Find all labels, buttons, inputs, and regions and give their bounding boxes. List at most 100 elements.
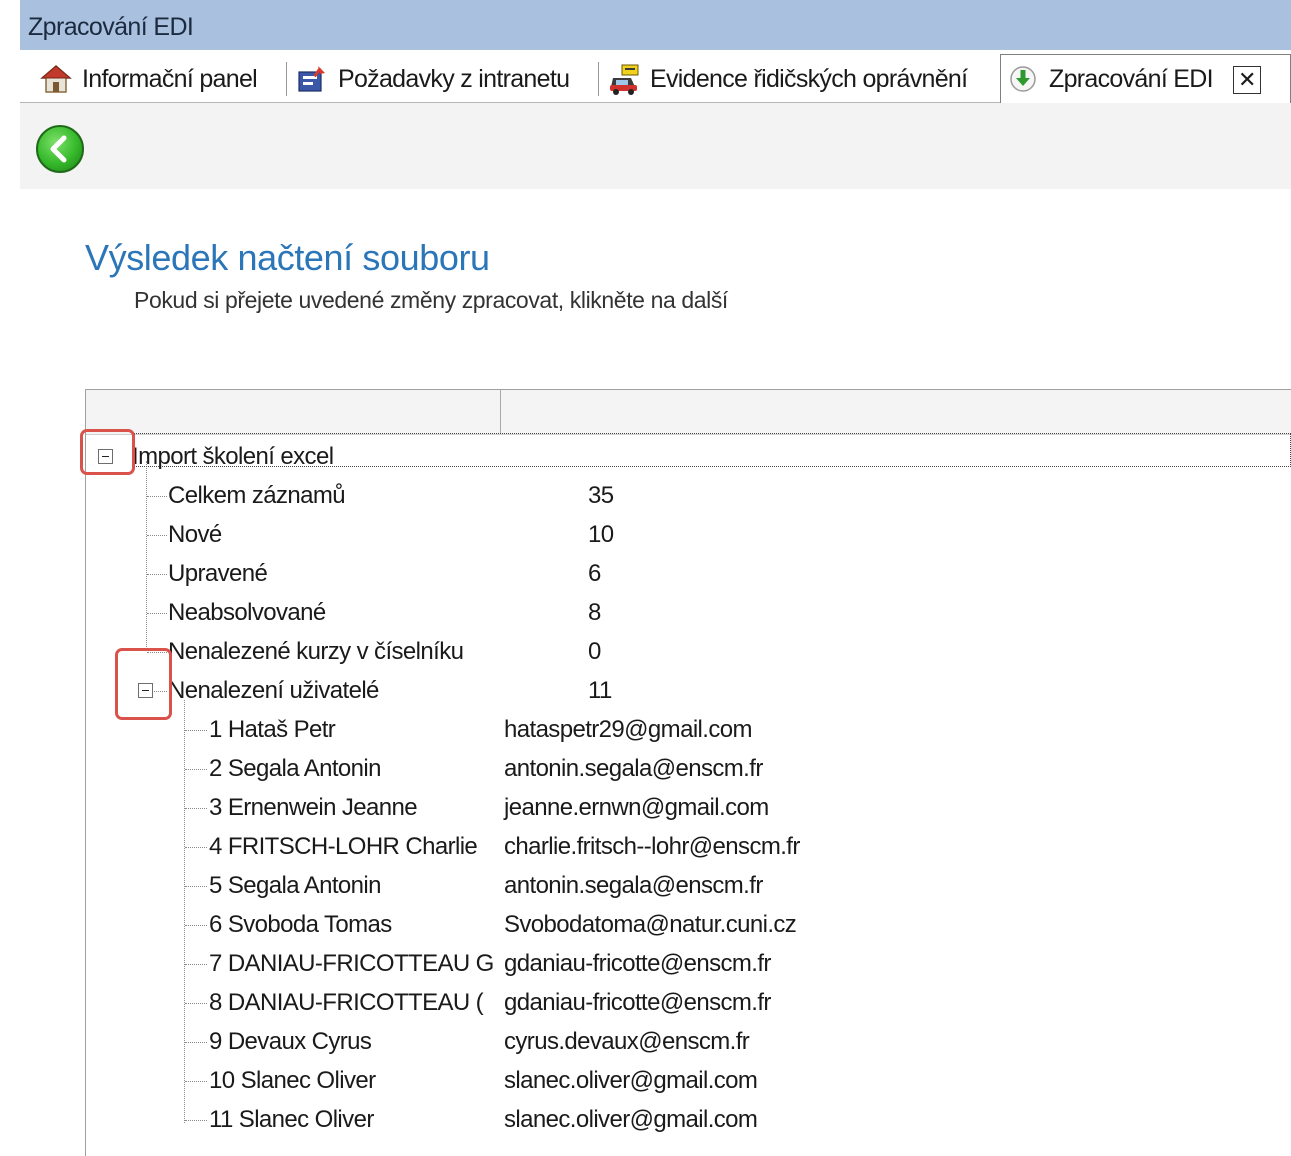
tree-node-user[interactable]: 9 Devaux Cyrus cyrus.devaux@enscm.fr [209, 1024, 1269, 1060]
window-left-margin [0, 0, 20, 1156]
close-tab-button[interactable]: ✕ [1232, 65, 1261, 94]
tree-node-value: 6 [588, 560, 601, 587]
tree-node-users-group[interactable]: Nenalezení uživatelé 11 [168, 673, 1268, 709]
tree-node-value: 35 [588, 482, 614, 509]
back-button[interactable] [36, 125, 84, 173]
tree-node-label: Import školení excel [132, 443, 334, 470]
tree-node-label: Nenalezené kurzy v číselníku [168, 638, 464, 665]
tree-node-label: 6 Svoboda Tomas [209, 911, 392, 938]
tree-node-value: antonin.segala@enscm.fr [504, 755, 763, 782]
tree-node-value: 11 [588, 677, 612, 704]
tree-node-value: charlie.fritsch--lohr@enscm.fr [504, 833, 800, 860]
tree-node-user[interactable]: 10 Slanec Oliver slanec.oliver@gmail.com [209, 1063, 1269, 1099]
tree-node-user[interactable]: 2 Segala Antonin antonin.segala@enscm.fr [209, 751, 1269, 787]
tree-node-label: Nenalezení uživatelé [168, 677, 379, 704]
annotation-highlight-root-toggle [80, 429, 135, 475]
tree-connector [185, 847, 207, 848]
tree-node-value: hataspetr29@gmail.com [504, 716, 752, 743]
tree-node-value: slanec.oliver@gmail.com [504, 1067, 758, 1094]
tree-connector [185, 730, 207, 731]
tree-node-value: antonin.segala@enscm.fr [504, 872, 763, 899]
tree-connector [147, 496, 167, 497]
tree-node-label: 1 Hataš Petr [209, 716, 336, 743]
tree-node-value: slanec.oliver@gmail.com [504, 1106, 758, 1133]
tree-connector [147, 574, 167, 575]
tree-node-user[interactable]: 1 Hataš Petr hataspetr29@gmail.com [209, 712, 1269, 748]
tree-connector [185, 1081, 207, 1082]
tree-node-user[interactable]: 5 Segala Antonin antonin.segala@enscm.fr [209, 868, 1269, 904]
tree-node-user[interactable]: 4 FRITSCH-LOHR Charlie charlie.fritsch--… [209, 829, 1269, 865]
tree-connector [146, 461, 147, 647]
toolbar [20, 103, 1291, 189]
tab-label: Zpracování EDI [1049, 65, 1214, 93]
tree-node-label: 8 DANIAU-FRICOTTEAU ( [209, 989, 484, 1016]
tree-node-user[interactable]: 7 DANIAU-FRICOTTEAU G gdaniau-fricotte@e… [209, 946, 1269, 982]
tree-node-summary[interactable]: Nové 10 [168, 517, 1268, 553]
tab-label: Evidence řidičských oprávnění [650, 64, 968, 93]
tab-strip: Informační panel Požadavky z intranetu E… [20, 50, 1291, 104]
tree-node-summary[interactable]: Nenalezené kurzy v číselníku 0 [168, 634, 1268, 670]
tree-node-summary[interactable]: Celkem záznamů 35 [168, 478, 1268, 514]
window-title-bar: Zpracování EDI [20, 0, 1291, 50]
request-icon [296, 63, 328, 95]
tree-connector [185, 808, 207, 809]
tree-node-user[interactable]: 3 Ernenwein Jeanne jeanne.ernwn@gmail.co… [209, 790, 1269, 826]
content-area: Výsledek načtení souboru Pokud si přejet… [20, 189, 1291, 1156]
tree-node-label: Upravené [168, 560, 268, 587]
tab-label: Požadavky z intranetu [338, 64, 570, 93]
tree-node-value: gdaniau-fricotte@enscm.fr [504, 950, 771, 977]
tree-node-label: 3 Ernenwein Jeanne [209, 794, 418, 821]
tree-node-label: 7 DANIAU-FRICOTTEAU G [209, 950, 494, 977]
tab-informacni-panel[interactable]: Informační panel [39, 56, 258, 102]
tree-connector [185, 1120, 207, 1121]
tree-connector [185, 964, 207, 965]
close-icon: ✕ [1238, 66, 1256, 92]
tree-node-summary[interactable]: Upravené 6 [168, 556, 1268, 592]
tree-node-root[interactable]: Import školení excel [132, 439, 334, 475]
tree-node-value: 0 [588, 638, 601, 665]
tree-node-label: Nové [168, 521, 222, 548]
tab-pozadavky-z-intranetu[interactable]: Požadavky z intranetu [296, 56, 570, 102]
tree-connector [147, 535, 167, 536]
tree-node-label: Celkem záznamů [168, 482, 346, 509]
tree-connector [184, 700, 185, 1123]
tree-node-user[interactable]: 11 Slanec Oliver slanec.oliver@gmail.com [209, 1102, 1269, 1138]
tree-node-user[interactable]: 6 Svoboda Tomas Svobodatoma@natur.cuni.c… [209, 907, 1269, 943]
tree-connector [185, 925, 207, 926]
tab-zpracovani-edi[interactable]: Zpracování EDI ✕ [1000, 54, 1291, 104]
tree-connector [185, 1003, 207, 1004]
tree-node-summary[interactable]: Neabsolvované 8 [168, 595, 1268, 631]
tree-node-value: jeanne.ernwn@gmail.com [504, 794, 769, 821]
tree-connector [185, 886, 207, 887]
tree-node-label: 4 FRITSCH-LOHR Charlie [209, 833, 478, 860]
tree-node-label: 9 Devaux Cyrus [209, 1028, 372, 1055]
tree-node-label: 5 Segala Antonin [209, 872, 381, 899]
tree-node-label: 2 Segala Antonin [209, 755, 381, 782]
tree-node-label: 11 Slanec Oliver [209, 1106, 374, 1133]
tree-node-value: 10 [588, 521, 614, 548]
tree-node-label: 10 Slanec Oliver [209, 1067, 376, 1094]
tab-separator [286, 62, 287, 96]
back-arrow-icon [50, 135, 67, 163]
tree-node-value: 8 [588, 599, 601, 626]
page-subtitle: Pokud si přejete uvedené změny zpracovat… [134, 287, 728, 313]
tree-connector [185, 769, 207, 770]
tree-connector [185, 1042, 207, 1043]
window-title: Zpracování EDI [28, 13, 194, 41]
download-icon [1007, 64, 1039, 96]
tree-connector [147, 613, 167, 614]
tree-node-value: gdaniau-fricotte@enscm.fr [504, 989, 771, 1016]
tab-label: Informační panel [82, 64, 258, 93]
result-tree[interactable]: Import školení excel Celkem záznamů 35 N… [80, 389, 1291, 1156]
column-header [86, 390, 1291, 435]
tree-node-value: Svobodatoma@natur.cuni.cz [504, 911, 797, 938]
tab-separator [598, 62, 599, 96]
tree-node-label: Neabsolvované [168, 599, 326, 626]
annotation-highlight-users-toggle [115, 648, 172, 720]
page-title: Výsledek načtení souboru [85, 237, 490, 278]
house-icon [39, 63, 73, 95]
tree-node-value: cyrus.devaux@enscm.fr [504, 1028, 750, 1055]
column-divider[interactable] [500, 390, 501, 434]
tab-evidence-ridicskych-opravneni[interactable]: Evidence řidičských oprávnění [608, 56, 968, 102]
tree-node-user[interactable]: 8 DANIAU-FRICOTTEAU ( gdaniau-fricotte@e… [209, 985, 1269, 1021]
